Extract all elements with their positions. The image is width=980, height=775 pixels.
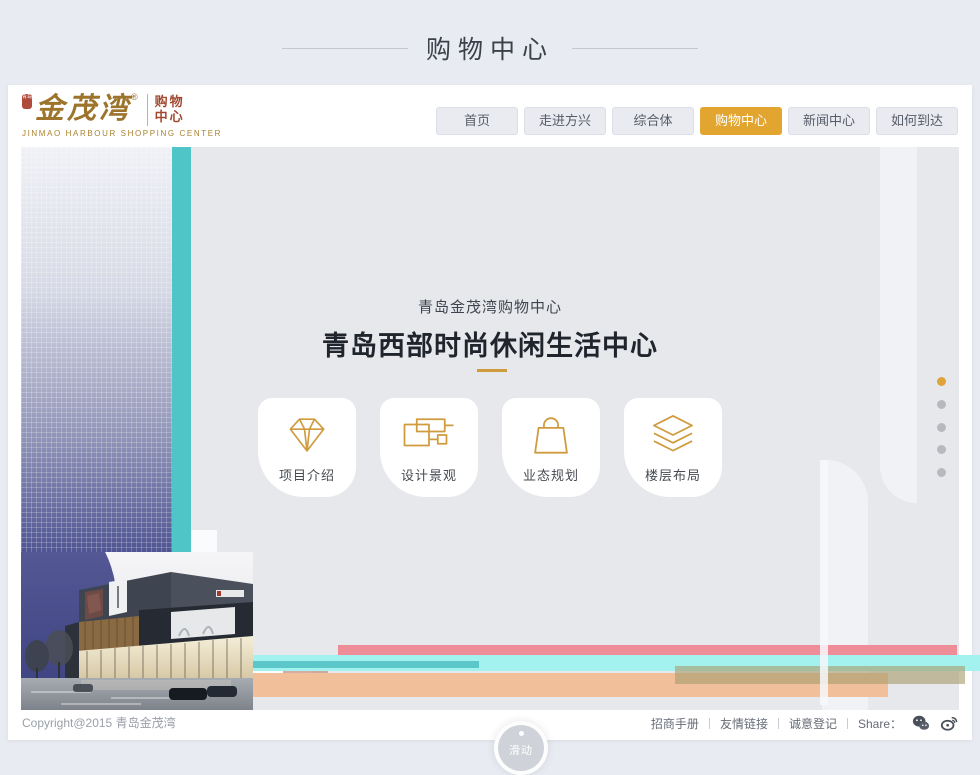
scroll-hint-dot-icon [519, 731, 524, 736]
hero-subtitle: 青岛金茂湾购物中心 [0, 296, 980, 317]
hero-title: 青岛西部时尚休闲生活中心 [0, 324, 980, 363]
pagination-dot-3[interactable] [937, 423, 946, 432]
pagination-dot-2[interactable] [937, 400, 946, 409]
pagination-dot-4[interactable] [937, 445, 946, 454]
nav-item-shopping-center[interactable]: 购物中心 [700, 107, 782, 135]
page-title: 购物中心 [426, 30, 554, 66]
bar-pink [338, 645, 957, 655]
logo-divider [147, 94, 148, 126]
copyright-text: Copyright@2015 青岛金茂湾 [22, 714, 176, 731]
logo-sub-line2: 中心 [155, 109, 185, 124]
nav-item-news[interactable]: 新闻中心 [788, 107, 870, 135]
pagination-dot-1[interactable] [937, 377, 946, 386]
footer-divider [709, 718, 710, 729]
brand-seal-icon: 青岛 [22, 94, 32, 109]
title-decor-line-right [572, 48, 698, 49]
brand-logo[interactable]: 青岛 金茂湾 ® 购物 中心 JINMAO HARBOUR SHOPPING C… [22, 92, 252, 140]
card-label: 设计景观 [380, 465, 478, 484]
mall-building-image [21, 552, 253, 710]
decor-light-stripe [820, 460, 828, 705]
brand-name-cn: 金茂湾 [35, 92, 131, 124]
logo-sub-line1: 购物 [155, 94, 185, 109]
footer-link-friend-links[interactable]: 友情链接 [720, 715, 768, 732]
wechat-icon[interactable] [912, 714, 930, 732]
layers-icon [624, 412, 722, 458]
nav-item-complex[interactable]: 综合体 [612, 107, 694, 135]
page-title-bar: 购物中心 [0, 28, 980, 68]
card-business-planning[interactable]: 业态规划 [502, 398, 600, 497]
footer-link-registration[interactable]: 诚意登记 [789, 715, 837, 732]
diamond-icon [258, 412, 356, 458]
card-design-landscape[interactable]: 设计景观 [380, 398, 478, 497]
brand-name-en: JINMAO HARBOUR SHOPPING CENTER [22, 129, 252, 138]
footer-links: 招商手册 友情链接 诚意登记 Share： [651, 714, 958, 732]
registered-mark: ® [131, 92, 138, 102]
scroll-hint-button[interactable]: 滑动 [494, 721, 548, 775]
card-label: 项目介绍 [258, 465, 356, 484]
nav-item-about[interactable]: 走进方兴 [524, 107, 606, 135]
nav-item-directions[interactable]: 如何到达 [876, 107, 958, 135]
hero-underline [477, 369, 507, 372]
nav-item-home[interactable]: 首页 [436, 107, 518, 135]
footer-link-brochure[interactable]: 招商手册 [651, 715, 699, 732]
card-label: 业态规划 [502, 465, 600, 484]
footer-divider [847, 718, 848, 729]
footer-divider [778, 718, 779, 729]
card-project-intro[interactable]: 项目介绍 [258, 398, 356, 497]
pagination-dot-5[interactable] [937, 468, 946, 477]
blueprint-icon [380, 412, 478, 458]
shopping-bag-icon [502, 412, 600, 458]
share-label: Share： [858, 715, 902, 732]
card-label: 楼层布局 [624, 465, 722, 484]
scroll-hint-label: 滑动 [498, 742, 544, 758]
title-decor-line-left [282, 48, 408, 49]
card-floor-layout[interactable]: 楼层布局 [624, 398, 722, 497]
bar-teal-dark [230, 661, 479, 668]
weibo-icon[interactable] [940, 714, 958, 732]
